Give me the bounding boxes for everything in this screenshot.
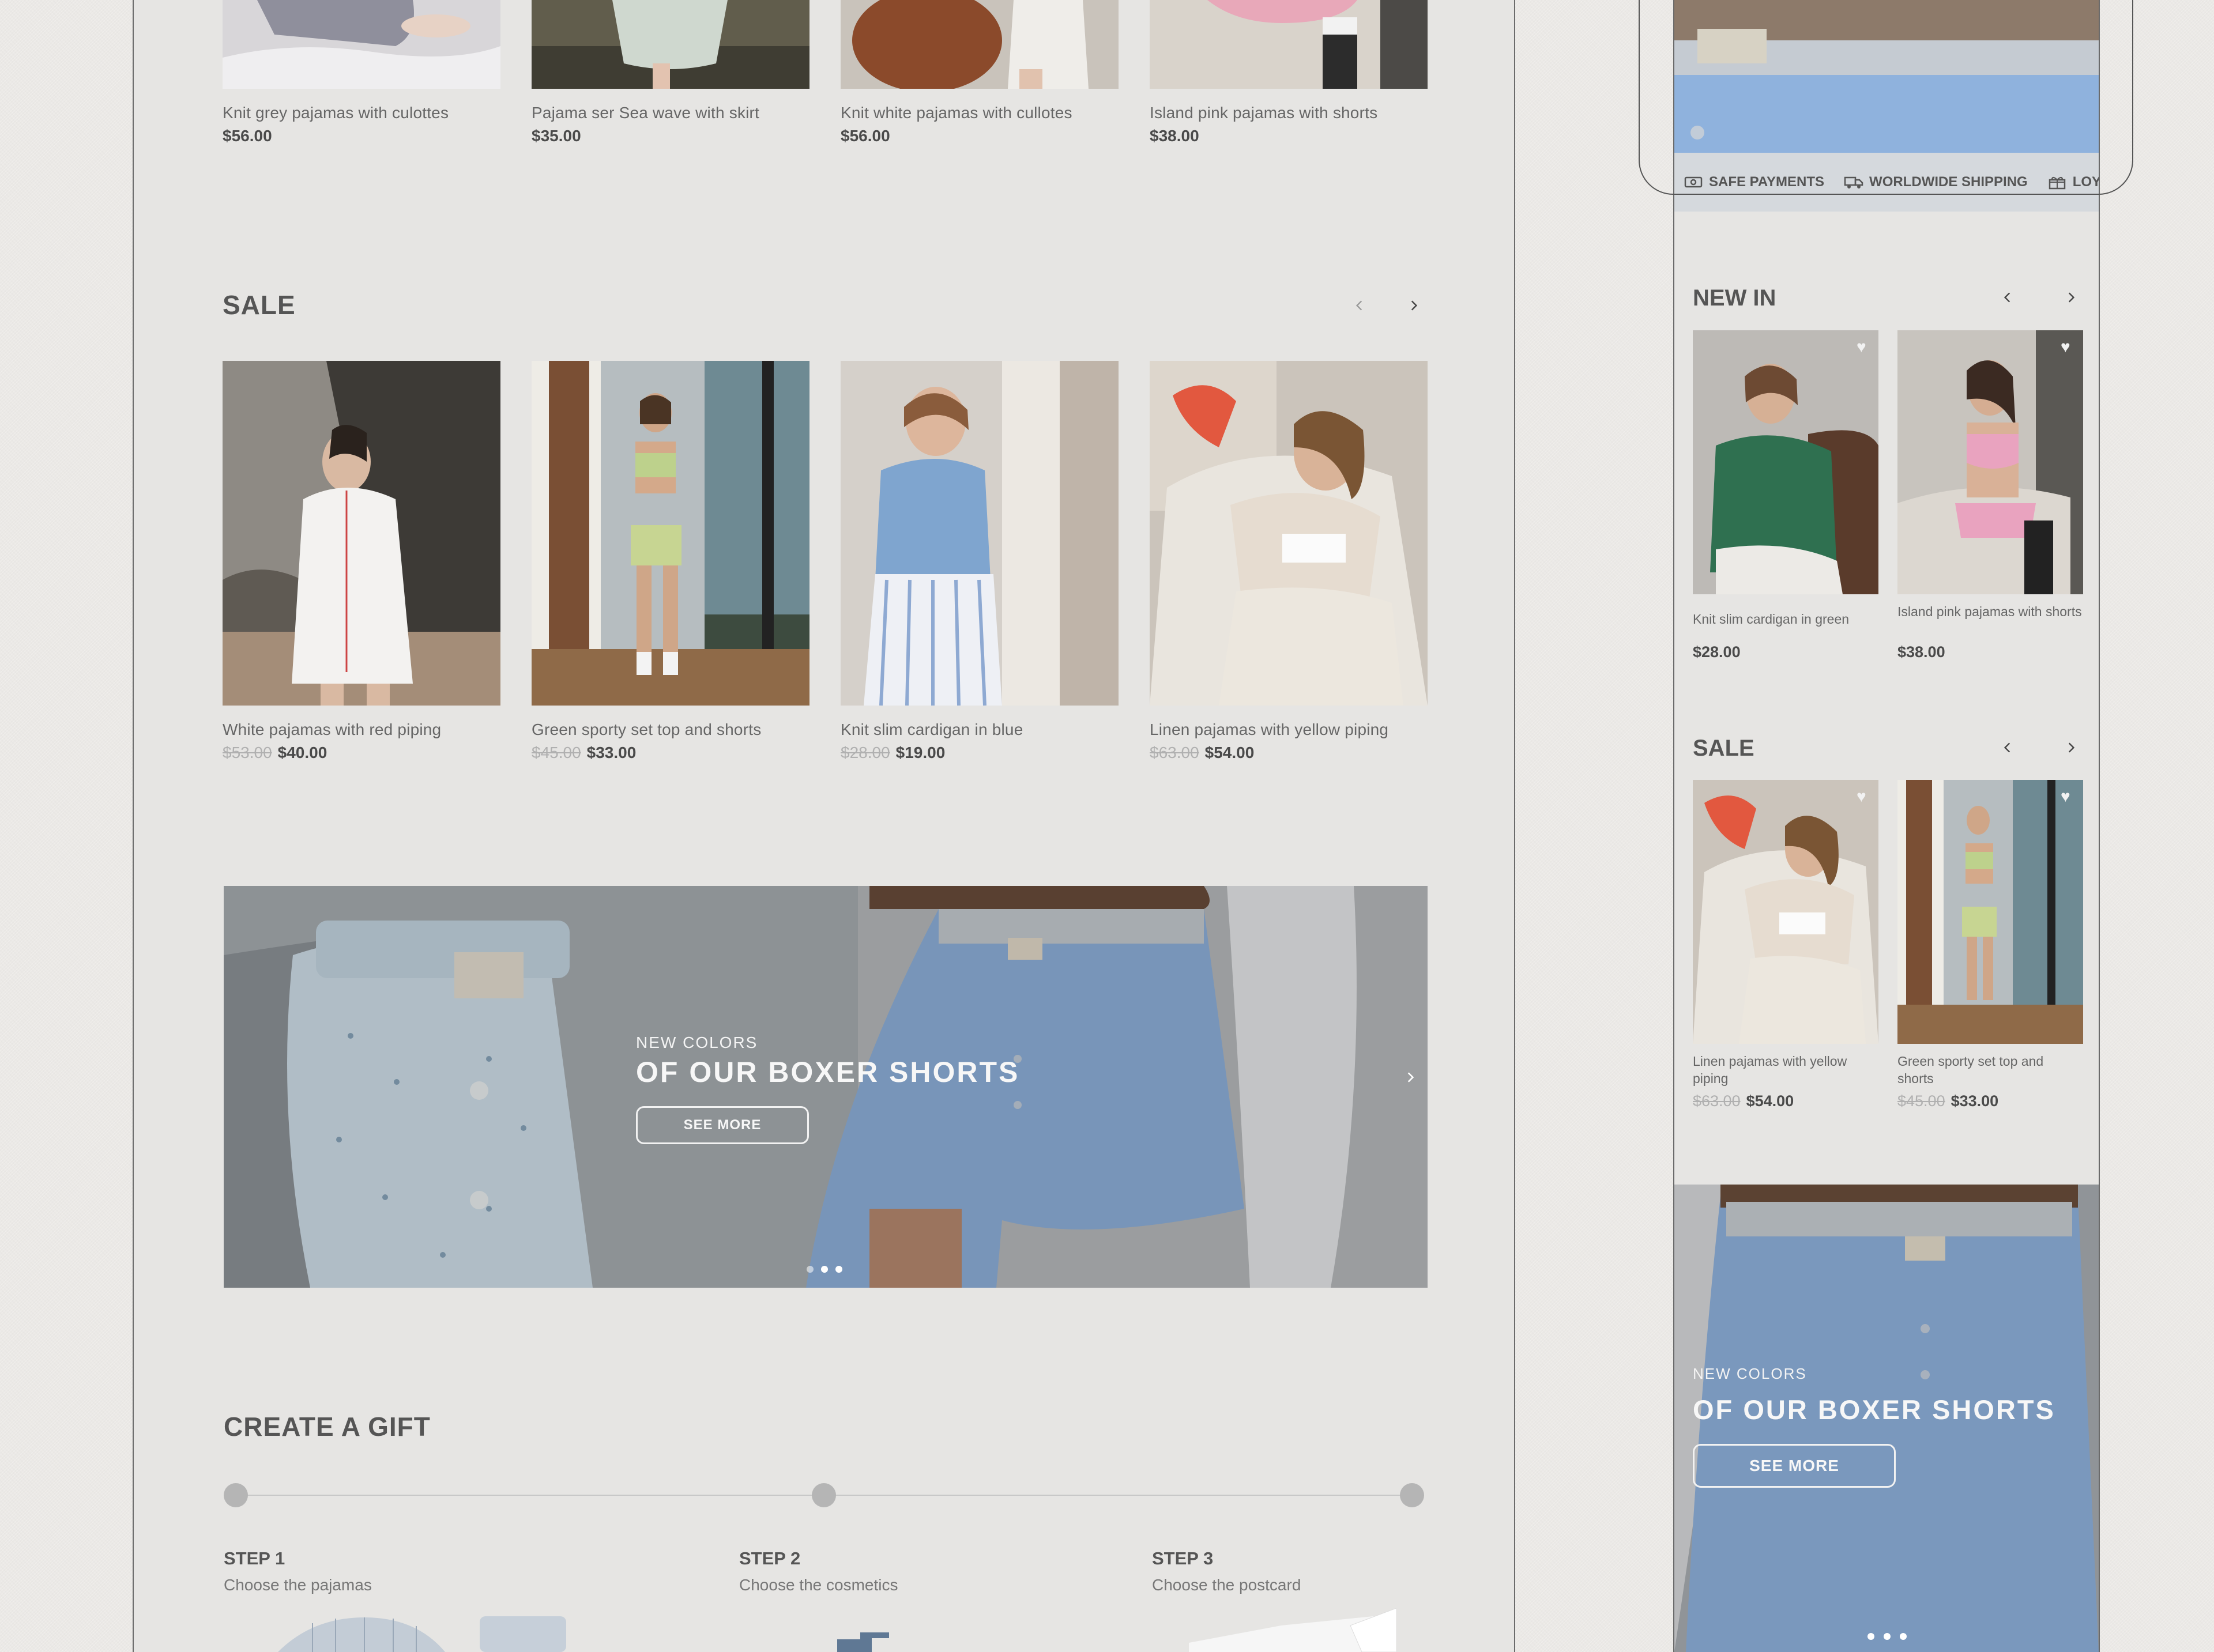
old-price: $53.00 [223,744,272,761]
new-in-next-arrow[interactable] [2059,286,2083,309]
product-image-sea-wave[interactable] [532,0,809,89]
phone-frame-outline [1639,0,2133,195]
mobile-new-in-title: NEW IN [1693,285,1776,311]
product-image-linen-pajamas[interactable] [1693,780,1878,1044]
banner-see-more-button[interactable]: SEE MORE [636,1106,809,1144]
product-image-linen-pajamas[interactable] [1150,361,1428,706]
product-image-green-cardigan[interactable] [1693,330,1878,594]
step-2-desc: Choose the cosmetics [739,1576,898,1594]
product-price: $45.00 $33.00 [532,744,636,762]
product-name[interactable]: Green sporty set top and shorts [1897,1053,2082,1087]
chevron-right-icon [1411,300,1418,311]
chevron-left-icon [1355,300,1362,311]
product-name[interactable]: Island pink pajamas with shorts [1897,603,2082,620]
product-image-green-sporty[interactable] [1897,780,2083,1044]
mobile-banner-dot-2[interactable] [1884,1633,1891,1640]
mobile-sale-next-arrow[interactable] [2059,736,2083,759]
sale-price: $54.00 [1746,1092,1794,1110]
old-price: $63.00 [1693,1092,1741,1110]
sale-price: $19.00 [895,744,946,761]
step-1-desc: Choose the pajamas [224,1576,372,1594]
product-image-blue-cardigan[interactable] [841,361,1119,706]
step-3-desc: Choose the postcard [1152,1576,1301,1594]
banner-next-arrow[interactable] [1399,1066,1422,1089]
wishlist-heart-icon[interactable]: ♥ [1857,338,1866,356]
new-in-prev-arrow[interactable] [1996,286,2019,309]
product-name[interactable]: Knit grey pajamas with culottes [223,104,449,122]
step-1-title: STEP 1 [224,1548,285,1568]
sale-price: $54.00 [1204,744,1255,761]
product-price: $63.00 $54.00 [1693,1092,1794,1110]
product-image-white-pajamas[interactable] [223,361,500,706]
product-image-pink-pajamas[interactable] [1897,330,2083,594]
product-image-knit-grey[interactable] [223,0,500,89]
sale-next-arrow[interactable] [1402,294,1425,317]
step-3-dot[interactable] [1400,1483,1424,1507]
product-price: $63.00 $54.00 [1150,744,1254,762]
banner-dot-2[interactable] [821,1266,828,1273]
step-3-title: STEP 3 [1152,1548,1214,1568]
wishlist-heart-icon[interactable]: ♥ [2061,787,2070,806]
product-name[interactable]: Island pink pajamas with shorts [1150,104,1377,122]
create-gift-title: CREATE A GIFT [224,1412,431,1442]
mobile-sale-prev-arrow[interactable] [1996,736,2019,759]
product-image-island-pink[interactable] [1150,0,1428,89]
banner-dot-3[interactable] [835,1266,842,1273]
product-price: $35.00 [532,127,581,145]
mobile-banner-dot-3[interactable] [1900,1633,1907,1640]
sale-section-title: SALE [223,290,296,320]
product-price: $56.00 [841,127,890,145]
product-price: $38.00 [1150,127,1199,145]
product-name[interactable]: Green sporty set top and shorts [532,721,761,739]
old-price: $63.00 [1150,744,1199,761]
product-name[interactable]: Knit slim cardigan in blue [841,721,1023,739]
sale-prev-arrow[interactable] [1348,294,1371,317]
mobile-banner-dot-1[interactable] [1867,1633,1874,1640]
sale-price: $40.00 [277,744,327,761]
step-2-title: STEP 2 [739,1548,801,1568]
product-price: $45.00 $33.00 [1897,1092,1998,1110]
chevron-right-icon [1407,1072,1414,1083]
banner-dot-1[interactable] [807,1266,814,1273]
product-image-green-sporty[interactable] [532,361,809,706]
chevron-left-icon [2004,742,2010,753]
product-image-knit-white[interactable] [841,0,1119,89]
chevron-right-icon [2068,742,2075,753]
product-price: $28.00 $19.00 [841,744,945,762]
boxer-shorts-banner[interactable]: NEW COLORS OF OUR BOXER SHORTS SEE MORE [224,886,1428,1288]
step-2-dot[interactable] [812,1483,836,1507]
old-price: $28.00 [841,744,890,761]
step-1-dot[interactable] [224,1483,248,1507]
product-price: $28.00 [1693,643,1741,661]
wishlist-heart-icon[interactable]: ♥ [1857,787,1866,806]
mobile-banner-title: OF OUR BOXER SHORTS [1693,1394,2055,1425]
chevron-right-icon [2068,292,2075,303]
old-price: $45.00 [532,744,581,761]
postcard-illustration [1189,1608,1396,1652]
banner-title: OF OUR BOXER SHORTS [636,1056,1020,1088]
product-name[interactable]: Knit slim cardigan in green [1693,610,1877,628]
sale-price: $33.00 [586,744,637,761]
product-name[interactable]: Pajama ser Sea wave with skirt [532,104,759,122]
product-name[interactable]: Linen pajamas with yellow piping [1150,721,1388,739]
desktop-page: Knit grey pajamas with culottes $56.00 P… [133,0,1515,1652]
product-name[interactable]: Linen pajamas with yellow piping [1693,1053,1877,1087]
product-price: $53.00 $40.00 [223,744,327,762]
mobile-banner-subtitle: NEW COLORS [1693,1365,1807,1382]
pajamas-illustration [278,1616,566,1652]
cosmetics-illustration [837,1632,889,1652]
product-price: $56.00 [223,127,272,145]
chevron-left-icon [2004,292,2010,303]
old-price: $45.00 [1897,1092,1945,1110]
banner-subtitle: NEW COLORS [636,1034,758,1051]
wishlist-heart-icon[interactable]: ♥ [2061,338,2070,356]
sale-price: $33.00 [1951,1092,1999,1110]
product-name[interactable]: Knit white pajamas with cullotes [841,104,1072,122]
product-price: $38.00 [1897,643,1945,661]
mobile-sale-title: SALE [1693,736,1754,761]
mobile-banner-see-more-button[interactable]: SEE MORE [1693,1444,1896,1488]
mobile-page: NEW IN ♥ ♥ Knit slim cardigan in green $… [1673,0,2100,1652]
product-name[interactable]: White pajamas with red piping [223,721,441,739]
